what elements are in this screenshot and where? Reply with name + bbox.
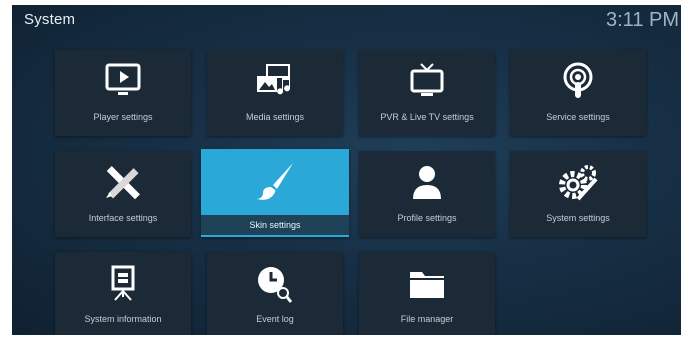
tile-label: System information xyxy=(84,314,162,324)
tile-event-log[interactable]: Event log xyxy=(207,252,343,335)
tile-label: Event log xyxy=(256,314,294,324)
tv-play-icon xyxy=(55,60,191,104)
tile-system-information[interactable]: System information xyxy=(55,252,191,335)
tile-skin-settings[interactable]: Skin settings xyxy=(201,149,349,237)
tile-label: Profile settings xyxy=(397,213,457,223)
tile-label: Media settings xyxy=(245,112,305,122)
tile-label: PVR & Live TV settings xyxy=(380,112,474,122)
tile-media-settings[interactable]: Media settings xyxy=(207,50,343,136)
podcast-icon xyxy=(510,60,646,104)
user-icon xyxy=(359,161,495,205)
gears-wrench-icon xyxy=(510,161,646,205)
page-title: System xyxy=(24,11,76,28)
tile-player-settings[interactable]: Player settings xyxy=(55,50,191,136)
tile-system-settings[interactable]: System settings xyxy=(510,151,646,237)
pencil-ruler-icon xyxy=(55,161,191,205)
tile-label: Skin settings xyxy=(201,215,349,235)
folder-icon xyxy=(359,262,495,306)
tile-label: Interface settings xyxy=(88,213,158,223)
tile-label: File manager xyxy=(400,314,454,324)
tile-label: System settings xyxy=(546,213,610,223)
kodi-system-screen: System 3:11 PM Player settings Media set… xyxy=(12,5,681,335)
tile-service-settings[interactable]: Service settings xyxy=(510,50,646,136)
tile-label: Player settings xyxy=(93,112,153,122)
clock-search-icon xyxy=(207,262,343,306)
tile-label: Service settings xyxy=(546,112,610,122)
presentation-icon xyxy=(55,262,191,306)
tile-interface-settings[interactable]: Interface settings xyxy=(55,151,191,237)
tile-profile-settings[interactable]: Profile settings xyxy=(359,151,495,237)
media-icon xyxy=(207,60,343,104)
tile-file-manager[interactable]: File manager xyxy=(359,252,495,335)
live-tv-icon xyxy=(359,60,495,104)
clock: 3:11 PM xyxy=(606,9,679,31)
tile-pvr-live-tv-settings[interactable]: PVR & Live TV settings xyxy=(359,50,495,136)
brush-icon xyxy=(201,159,349,203)
